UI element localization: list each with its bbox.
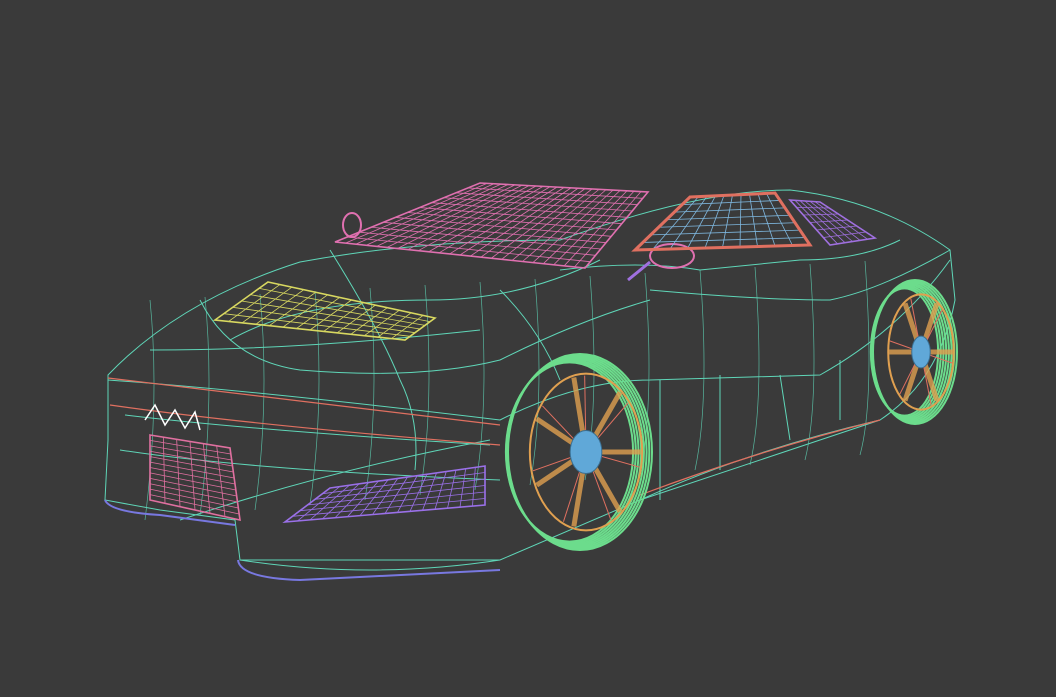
body-panel-line (239, 559, 501, 571)
rear-window-grid-line (796, 207, 830, 209)
windshield-grid-line (455, 192, 638, 206)
windshield-grid-line (431, 202, 628, 218)
body-mesh-line (804, 263, 815, 461)
3d-viewport[interactable] (0, 0, 1056, 697)
side-window-frame (631, 191, 813, 252)
car-wireframe-render (104, 182, 958, 582)
body-panel-line (119, 449, 501, 481)
front-grille-grid-line (149, 494, 240, 515)
windshield-grid (334, 182, 650, 269)
front-wheel (504, 353, 653, 551)
body-mesh-line (364, 287, 375, 501)
rear-window-grid-line (816, 225, 857, 231)
hood-vent-grid-line (232, 306, 416, 334)
rear-wheel (869, 279, 958, 425)
side-window-grid (632, 192, 812, 251)
front-grille-grid-line (149, 483, 238, 503)
side-intake-grid-line (314, 478, 486, 500)
body-mesh-line (199, 296, 210, 516)
side-intake-grid-line (307, 485, 486, 506)
body-mesh-line (309, 290, 320, 506)
rear-window-grid (788, 199, 878, 246)
front-grille-grid-line (149, 477, 237, 497)
body-panel-line (107, 259, 951, 421)
body-panel-line (559, 239, 901, 271)
front-grille-grid (149, 434, 241, 522)
windshield-grid-line (467, 187, 643, 199)
body-panel-line (649, 249, 951, 301)
wheel-hub (569, 429, 603, 475)
windshield-grid-line (443, 197, 633, 212)
rear-window-grid-line (823, 231, 866, 238)
wheel-hub (911, 335, 931, 369)
body-panel-line (149, 329, 481, 351)
car-wheels (504, 279, 958, 551)
left-mirror (342, 212, 362, 238)
body-mesh-line (529, 278, 540, 486)
trim-line (107, 377, 881, 496)
body-mesh-line (694, 269, 705, 471)
front-grille-grid-line (149, 488, 239, 509)
underbody-edge (104, 499, 501, 582)
body-panel-line (779, 374, 791, 441)
body-mesh-line (749, 266, 760, 466)
side-window-grid-outline (632, 192, 812, 251)
body-mesh-line (474, 281, 485, 491)
